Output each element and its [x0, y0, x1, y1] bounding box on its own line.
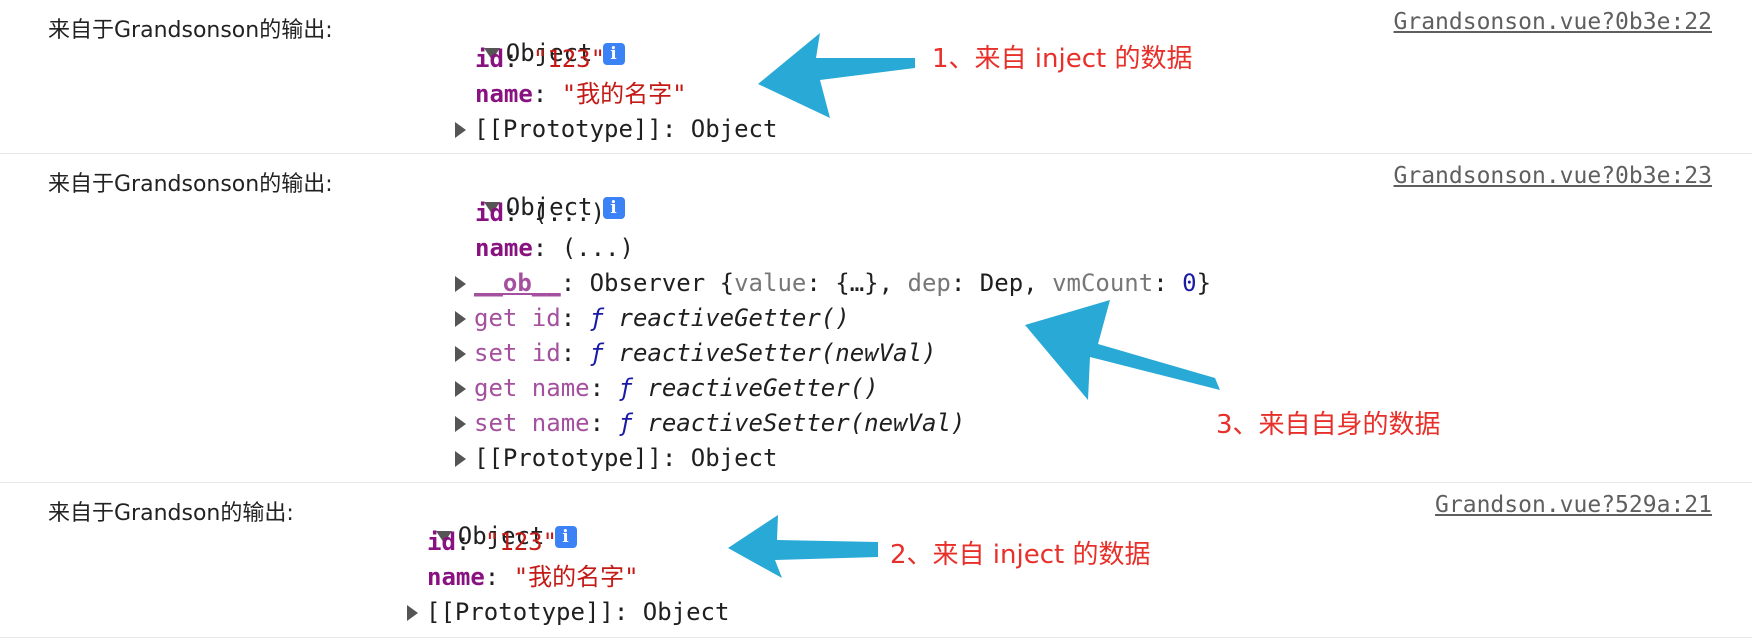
- arrow-2-icon: [728, 515, 878, 578]
- annotation-2: 2、来自 inject 的数据: [890, 540, 1151, 570]
- annotation-arrows: [728, 33, 1220, 578]
- arrow-1-icon: [758, 33, 915, 118]
- arrow-3-icon: [1025, 300, 1220, 400]
- annotation-3: 3、来自自身的数据: [1216, 410, 1441, 440]
- annotation-1: 1、来自 inject 的数据: [932, 44, 1193, 74]
